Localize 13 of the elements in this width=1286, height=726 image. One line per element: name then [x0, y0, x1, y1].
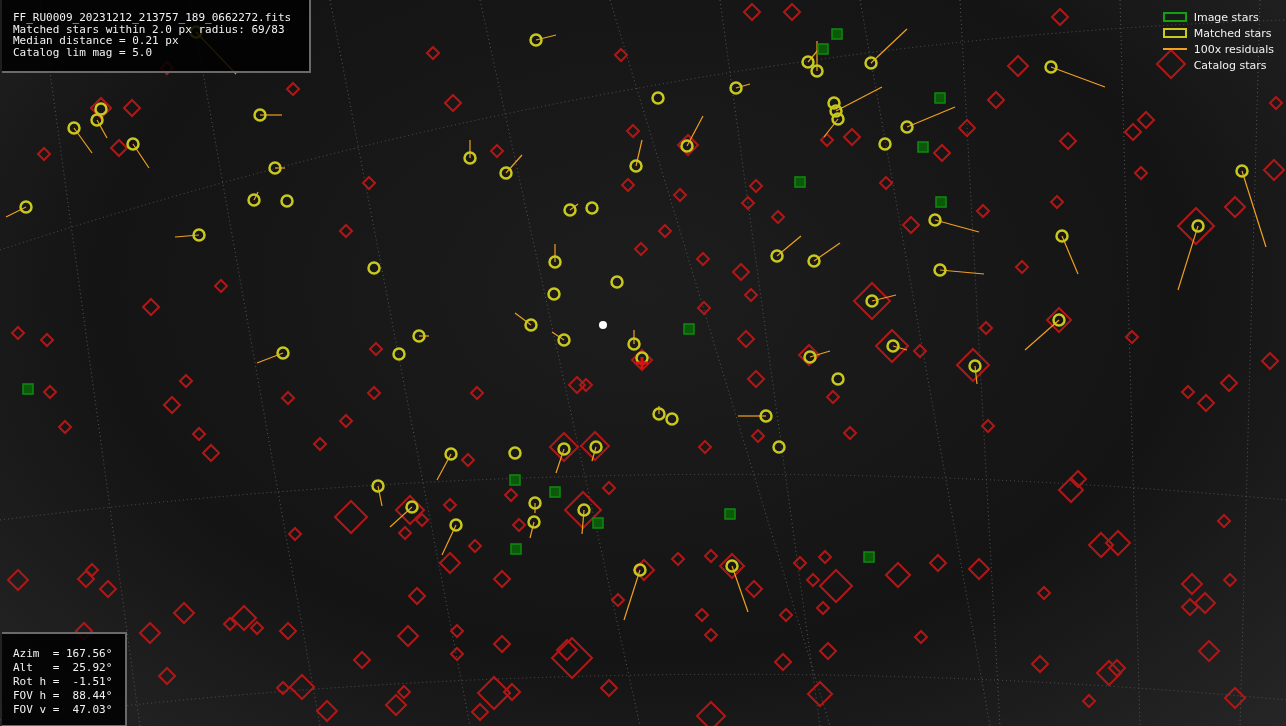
info-text-line: FF_RU0009_20231212_213757_189_0662272.fits [13, 12, 292, 24]
legend-label: Matched stars [1193, 26, 1272, 40]
legend-label: 100x residuals [1193, 42, 1274, 56]
legend-label: Catalog stars [1193, 58, 1267, 72]
pointing-text-line: Azim = 167.56° [13, 647, 113, 661]
info-text-line: Matched stars within 2.0 px radius: 69/83 [13, 23, 285, 35]
pointing-text-line: FOV h = 88.44° [13, 689, 113, 703]
info-text-line: Median distance = 0.21 px [13, 35, 179, 47]
pointing-text-line: Rot h = -1.51° [13, 675, 113, 689]
pointing-text-line: Alt = 25.92° [13, 661, 113, 675]
pointing-text-line: FOV v = 47.03° [13, 703, 113, 717]
info-text-line: Catalog lim mag = 5.0 [13, 46, 153, 58]
legend-label: Image stars [1193, 10, 1259, 24]
